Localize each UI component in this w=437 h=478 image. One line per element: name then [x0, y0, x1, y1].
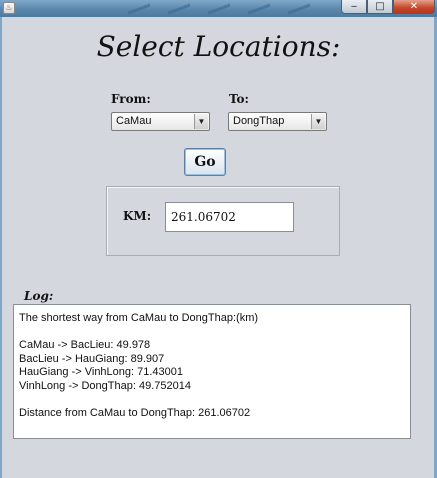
from-select-value: CaMau	[116, 115, 152, 127]
to-select-value: DongThap	[233, 115, 285, 127]
km-label: KM:	[123, 209, 152, 223]
window-frame-left	[0, 17, 2, 478]
chevron-down-icon[interactable]: ▼	[311, 114, 325, 129]
to-label: To:	[229, 92, 249, 106]
km-result-field[interactable]: 261.06702	[165, 202, 294, 232]
titlebar-decoration	[248, 2, 270, 15]
title-bar[interactable]: ♨ ‒ □ ✕	[0, 0, 437, 17]
minimize-button[interactable]: ‒	[341, 0, 367, 14]
titlebar-decoration	[168, 2, 190, 15]
chevron-down-icon[interactable]: ▼	[194, 114, 208, 129]
log-line: CaMau -> BacLieu: 49.978	[19, 339, 151, 351]
from-select[interactable]: CaMau ▼	[111, 112, 210, 131]
log-line: HauGiang -> VinhLong: 71.43001	[19, 366, 184, 378]
page-title: Select Locations:	[96, 30, 341, 63]
java-app-icon: ♨	[3, 2, 15, 14]
log-line: Distance from CaMau to DongThap: 261.067…	[19, 406, 251, 419]
log-textarea[interactable]: The shortest way from CaMau to DongThap:…	[13, 304, 411, 439]
go-button[interactable]: Go	[184, 148, 226, 176]
titlebar-decoration	[128, 2, 150, 15]
maximize-button[interactable]: □	[367, 0, 393, 14]
titlebar-decoration	[208, 2, 230, 15]
to-select[interactable]: DongThap ▼	[228, 112, 327, 131]
log-line: BacLieu -> HauGiang: 89.907	[19, 352, 165, 365]
titlebar-decoration	[288, 2, 310, 15]
log-line: The shortest way from CaMau to DongThap:…	[19, 312, 259, 324]
window-controls: ‒ □ ✕	[341, 0, 435, 14]
from-label: From:	[111, 92, 151, 106]
close-button[interactable]: ✕	[393, 0, 435, 14]
log-label: Log:	[24, 289, 54, 303]
log-line: VinhLong -> DongThap: 49.752014	[19, 379, 191, 392]
